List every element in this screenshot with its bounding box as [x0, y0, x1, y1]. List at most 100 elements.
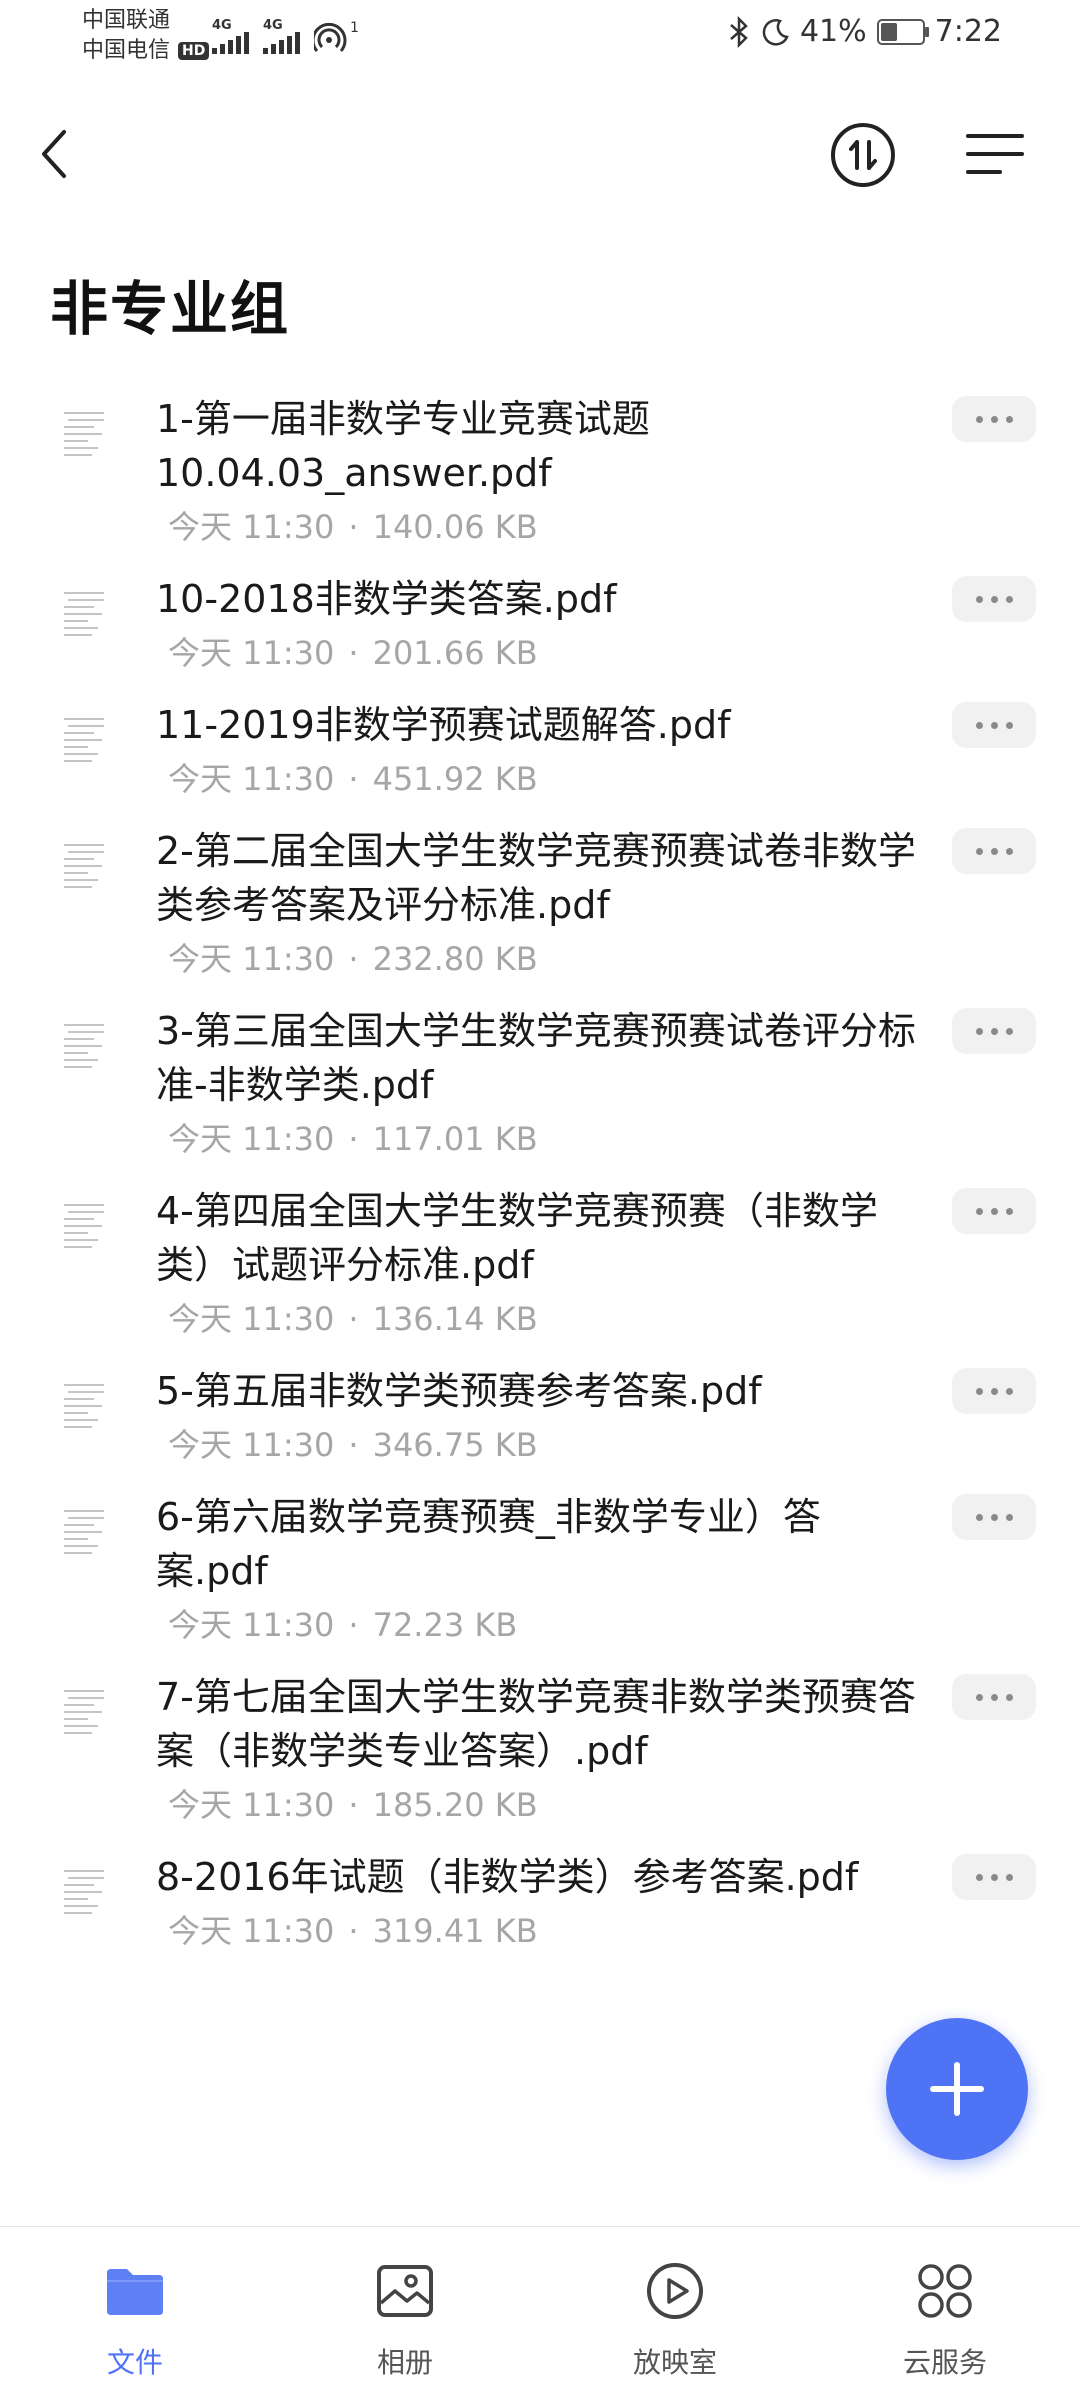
file-time: 今天 11:30 [168, 1912, 335, 1950]
file-list-item[interactable]: 6-第六届数学竞赛预赛_非数学专业）答案.pdf 今天 11:30 · 72.23 K… [0, 1490, 1080, 1670]
file-size: 232.80 KB [372, 940, 538, 978]
file-meta: 今天 11:30 · 232.80 KB [168, 934, 916, 984]
battery-icon [876, 18, 929, 45]
more-dot [975, 415, 983, 423]
file-meta: 今天 11:30 · 72.23 KB [168, 1600, 916, 1650]
more-options-button[interactable] [952, 1008, 1036, 1054]
file-size: 346.75 KB [372, 1426, 538, 1464]
more-options-button[interactable] [952, 828, 1036, 874]
file-meta: 今天 11:30 · 117.01 KB [168, 1114, 916, 1164]
file-text: 4-第四届全国大学生数学竞赛预赛（非数学类）试题评分标准.pdf 今天 11:30… [156, 1184, 916, 1344]
more-dot [990, 415, 998, 423]
status-time: 7:22 [934, 14, 1002, 49]
folder-icon [107, 2269, 163, 2315]
file-list-item[interactable]: 3-第三届全国大学生数学竞赛预赛试卷评分标准-非数学类.pdf 今天 11:30 ·… [0, 1004, 1080, 1184]
file-size: 117.01 KB [372, 1120, 538, 1158]
pdf-thumbnail-icon [60, 1864, 108, 1926]
more-options-button[interactable] [952, 396, 1036, 442]
file-list-item[interactable]: 8-2016年试题（非数学类）参考答案.pdf 今天 11:30 · 319.41 K… [0, 1850, 1080, 1976]
separator-dot: · [348, 1426, 359, 1464]
more-options-button[interactable] [952, 1494, 1036, 1540]
file-time: 今天 11:30 [168, 760, 335, 798]
hotspot-count: 1 [350, 20, 359, 36]
file-text: 2-第二届全国大学生数学竞赛预赛试卷非数学类参考答案及评分标准.pdf 今天 11… [156, 824, 916, 984]
file-meta: 今天 11:30 · 319.41 KB [168, 1906, 916, 1956]
file-list-item[interactable]: 10-2018非数学类答案.pdf 今天 11:30 · 201.66 KB [0, 572, 1080, 698]
more-dot [1005, 1513, 1013, 1521]
file-size: 140.06 KB [372, 508, 538, 546]
more-dot [990, 1207, 998, 1215]
more-options-button[interactable] [952, 576, 1036, 622]
more-options-button[interactable] [952, 1674, 1036, 1720]
network-indicators: 4G 4G 1 [212, 18, 359, 54]
file-name: 5-第五届非数学类预赛参考答案.pdf [156, 1369, 762, 1413]
file-time: 今天 11:30 [168, 940, 335, 978]
grid-icon [918, 2264, 972, 2318]
carrier-info: 中国联通 中国电信 HD [82, 6, 210, 66]
file-meta: 今天 11:30 · 201.66 KB [168, 628, 916, 678]
file-list-item[interactable]: 5-第五届非数学类预赛参考答案.pdf 今天 11:30 · 346.75 KB [0, 1364, 1080, 1490]
separator-dot: · [348, 1606, 359, 1644]
bottom-navigation: 文件 相册 放映室 云服务 [0, 2226, 1080, 2401]
pdf-thumbnail-icon [60, 586, 108, 648]
more-dot [1005, 1873, 1013, 1881]
more-dot [990, 1693, 998, 1701]
pdf-thumbnail-icon [60, 1684, 108, 1746]
separator-dot: · [348, 1912, 359, 1950]
file-name: 4-第四届全国大学生数学竞赛预赛（非数学类）试题评分标准.pdf [156, 1189, 878, 1287]
menu-icon[interactable] [960, 124, 1030, 184]
file-text: 10-2018非数学类答案.pdf 今天 11:30 · 201.66 KB [156, 572, 916, 678]
hd-badge: HD [178, 42, 210, 60]
pdf-thumbnail-icon [60, 1504, 108, 1566]
tab-theater[interactable]: 放映室 [540, 2227, 810, 2401]
tab-cloud-services[interactable]: 云服务 [810, 2227, 1080, 2401]
more-dot [990, 847, 998, 855]
file-text: 6-第六届数学竞赛预赛_非数学专业）答案.pdf 今天 11:30 · 72.23 K… [156, 1490, 916, 1650]
page-title: 非专业组 [50, 275, 291, 343]
tab-album[interactable]: 相册 [270, 2227, 540, 2401]
tab-files[interactable]: 文件 [0, 2227, 270, 2401]
sort-icon[interactable] [828, 120, 898, 190]
add-button[interactable] [886, 2018, 1028, 2160]
file-name: 2-第二届全国大学生数学竞赛预赛试卷非数学类参考答案及评分标准.pdf [156, 829, 916, 927]
separator-dot: · [348, 508, 359, 546]
file-list-item[interactable]: 2-第二届全国大学生数学竞赛预赛试卷非数学类参考答案及评分标准.pdf 今天 11… [0, 824, 1080, 1004]
more-options-button[interactable] [952, 1368, 1036, 1414]
more-dot [990, 1513, 998, 1521]
signal-icon: 4G [212, 18, 249, 54]
file-name: 11-2019非数学预赛试题解答.pdf [156, 703, 731, 747]
file-text: 5-第五届非数学类预赛参考答案.pdf 今天 11:30 · 346.75 KB [156, 1364, 916, 1470]
more-dot [990, 721, 998, 729]
more-dot [1005, 847, 1013, 855]
file-time: 今天 11:30 [168, 1606, 335, 1644]
file-size: 451.92 KB [372, 760, 538, 798]
file-list-item[interactable]: 4-第四届全国大学生数学竞赛预赛（非数学类）试题评分标准.pdf 今天 11:30… [0, 1184, 1080, 1364]
file-name: 1-第一届非数学专业竞赛试题10.04.03_answer.pdf [156, 397, 650, 495]
more-dot [1005, 1693, 1013, 1701]
more-dot [1005, 1387, 1013, 1395]
separator-dot: · [348, 1786, 359, 1824]
file-name: 10-2018非数学类答案.pdf [156, 577, 617, 621]
more-options-button[interactable] [952, 1854, 1036, 1900]
more-dot [990, 1027, 998, 1035]
file-text: 11-2019非数学预赛试题解答.pdf 今天 11:30 · 451.92 KB [156, 698, 916, 804]
more-dot [975, 1387, 983, 1395]
bluetooth-icon [730, 15, 748, 48]
separator-dot: · [348, 1120, 359, 1158]
file-list-item[interactable]: 11-2019非数学预赛试题解答.pdf 今天 11:30 · 451.92 KB [0, 698, 1080, 824]
more-dot [990, 1873, 998, 1881]
file-name: 8-2016年试题（非数学类）参考答案.pdf [156, 1855, 859, 1899]
more-options-button[interactable] [952, 1188, 1036, 1234]
file-list-item[interactable]: 7-第七届全国大学生数学竞赛非数学类预赛答案（非数学类专业答案）.pdf 今天 1… [0, 1670, 1080, 1850]
file-list-item[interactable]: 1-第一届非数学专业竞赛试题10.04.03_answer.pdf 今天 11:3… [0, 392, 1080, 572]
back-icon[interactable] [30, 122, 80, 186]
more-dot [975, 1873, 983, 1881]
file-time: 今天 11:30 [168, 1786, 335, 1824]
file-size: 201.66 KB [372, 634, 538, 672]
pdf-thumbnail-icon [60, 1378, 108, 1440]
more-dot [975, 1207, 983, 1215]
file-time: 今天 11:30 [168, 1300, 335, 1338]
file-meta: 今天 11:30 · 451.92 KB [168, 754, 916, 804]
file-time: 今天 11:30 [168, 508, 335, 546]
more-options-button[interactable] [952, 702, 1036, 748]
